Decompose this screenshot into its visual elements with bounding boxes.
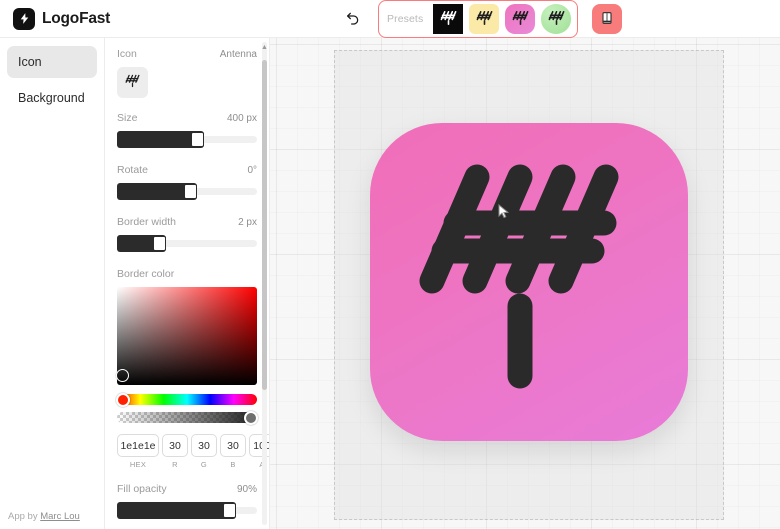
border-color-row-header: Border color [117,268,257,280]
fill-opacity-slider-knob[interactable] [223,503,236,518]
red-field: 30 R [162,434,188,469]
rotate-value: 0° [247,164,257,176]
app-header: LogoFast Presets [0,0,780,38]
fill-opacity-slider[interactable] [117,502,257,519]
size-slider-knob[interactable] [190,132,204,147]
hue-slider[interactable] [116,392,257,407]
icon-label: Icon [117,48,137,60]
export-card-icon [599,10,615,29]
antenna-icon [547,8,566,30]
blue-input[interactable]: 30 [220,434,246,457]
border-width-slider-knob[interactable] [153,236,166,251]
antenna-icon [475,8,494,30]
fill-opacity-label: Fill opacity [117,483,167,495]
footer-prefix: App by [8,511,41,522]
fill-opacity-value: 90% [236,483,257,495]
presets-group: Presets [378,0,579,38]
fill-opacity-row-header: Fill opacity 90% [117,483,257,495]
fill-opacity-slider-fill [117,502,236,519]
sidebar-item-label: Icon [18,55,42,69]
app-body: Icon Background App by Marc Lou Icon Ant… [0,38,780,529]
presets-label: Presets [387,13,424,25]
app-root: LogoFast Presets Icon Background App by … [0,0,780,529]
rotate-row-header: Rotate 0° [117,164,257,176]
icon-value: Antenna [219,48,257,60]
canvas-area[interactable] [270,38,780,529]
logo-preview[interactable] [370,123,688,441]
export-button[interactable] [592,4,623,34]
sidebar-item-icon[interactable]: Icon [7,46,97,78]
saturation-picker-knob[interactable] [116,369,129,382]
hue-slider-knob[interactable] [116,392,130,407]
antenna-icon [511,8,530,30]
blue-field: 30 B [220,434,246,469]
sidebar-item-label: Background [18,91,85,105]
icon-picker-swatch[interactable] [117,67,148,98]
border-width-slider[interactable] [117,235,257,252]
icon-row-header: Icon Antenna [117,48,257,60]
footer-credit: App by Marc Lou [8,511,80,522]
red-input[interactable]: 30 [162,434,188,457]
size-value: 400 px [226,112,257,124]
antenna-icon [439,8,458,30]
saturation-value-picker[interactable] [116,287,257,385]
undo-arrow-icon [345,10,361,29]
footer-author-link[interactable]: Marc Lou [40,511,80,522]
border-width-value: 2 px [238,216,257,228]
border-width-row-header: Border width 2 px [117,216,257,228]
lightning-bolt-icon [13,7,35,30]
size-row-header: Size 400 px [117,112,257,124]
hex-input[interactable]: 1e1e1e [117,434,159,457]
undo-button[interactable] [340,6,366,32]
preset-yellow[interactable] [469,4,500,34]
preset-green[interactable] [541,4,572,34]
size-slider[interactable] [117,131,257,148]
top-toolbar: Presets [340,0,623,38]
rotate-slider-knob[interactable] [183,184,197,199]
green-caption: G [200,460,208,469]
antenna-icon [419,164,619,389]
alpha-slider[interactable] [117,410,258,425]
brand-name: LogoFast [42,9,111,27]
panel-scrollbar[interactable]: ▲ [261,42,268,525]
sidebar-item-background[interactable]: Background [7,82,97,114]
border-width-label: Border width [117,216,176,228]
antenna-icon [124,72,141,94]
preset-pink[interactable] [505,4,536,34]
size-label: Size [117,112,138,124]
color-fields: 1e1e1e HEX 30 R 30 G 30 B 100 A [117,434,269,469]
green-field: 30 G [191,434,217,469]
alpha-slider-knob[interactable] [244,410,258,425]
border-color-label: Border color [117,268,175,280]
red-caption: R [172,460,178,469]
sidebar: Icon Background App by Marc Lou [0,38,105,529]
panel-scrollbar-thumb[interactable] [262,60,267,390]
scroll-up-arrow-icon[interactable]: ▲ [261,44,268,51]
hex-caption: HEX [129,460,147,469]
hex-field: 1e1e1e HEX [117,434,159,469]
brand: LogoFast [0,7,111,30]
control-panel: Icon Antenna Size 400 px Rotate 0° Borde… [105,38,270,529]
rotate-label: Rotate [117,164,148,176]
preset-black-square[interactable] [433,4,464,34]
rotate-slider[interactable] [117,183,257,200]
green-input[interactable]: 30 [191,434,217,457]
blue-caption: B [230,460,236,469]
